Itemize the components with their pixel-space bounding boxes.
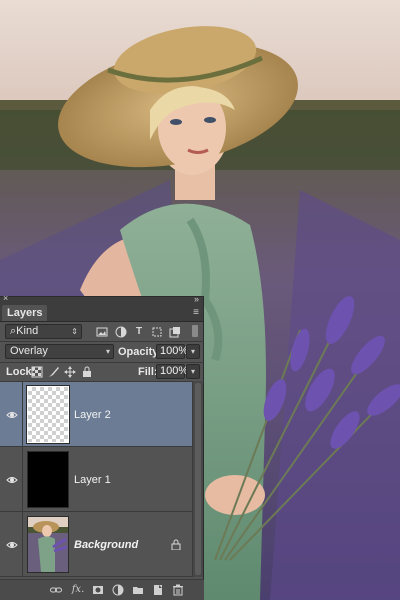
lock-transparent-icon[interactable] [31, 366, 43, 378]
blend-opacity-row: Overlay ▾ Opacity: 100% ▾ [0, 342, 204, 362]
panel-menu-icon[interactable]: ≡ [193, 307, 199, 318]
divider [22, 382, 23, 447]
lock-paint-icon[interactable] [48, 366, 60, 378]
fill-input[interactable]: 100% [156, 364, 188, 379]
fill-label: Fill: [138, 366, 158, 378]
chevron-updown-icon: ⇕ [71, 327, 78, 336]
filter-kind-value: Kind [16, 325, 39, 337]
layer-thumbnail[interactable] [27, 516, 69, 573]
adjustment-filter-icon[interactable] [115, 326, 127, 338]
filter-toggle-switch[interactable] [192, 325, 198, 337]
layers-panel: × » Layers ≡ ⌕Kind ⇕ T Overlay ▾ Opacity… [0, 293, 204, 600]
divider [22, 447, 23, 512]
layer-list-scrollbar[interactable] [192, 381, 203, 577]
panel-title-bar[interactable]: × » [0, 293, 203, 305]
filter-kind-select[interactable]: ⌕Kind ⇕ [5, 324, 82, 339]
tab-layers[interactable]: Layers [2, 305, 48, 321]
layer-name[interactable]: Background [74, 539, 138, 552]
fx-icon[interactable]: fx. [70, 584, 86, 596]
lock-all-icon[interactable] [81, 366, 93, 378]
scrollbar-thumb[interactable] [195, 383, 201, 575]
visibility-eye-icon[interactable] [6, 474, 18, 486]
type-filter-icon[interactable]: T [133, 326, 145, 338]
lock-position-icon[interactable] [64, 366, 76, 378]
panel-tab-row: Layers ≡ [0, 305, 203, 322]
image-filter-icon[interactable] [96, 326, 108, 338]
layer-lock-icon [171, 539, 181, 550]
blend-mode-select[interactable]: Overlay ▾ [5, 344, 114, 359]
layer-row-background[interactable]: Background [0, 512, 193, 577]
blend-mode-value: Overlay [10, 345, 48, 357]
close-panel-icon[interactable]: × [3, 293, 8, 303]
shape-filter-icon[interactable] [151, 326, 163, 338]
collapse-panel-icon[interactable]: » [194, 294, 199, 304]
new-adjustment-icon[interactable] [112, 584, 124, 596]
chevron-down-icon: ▾ [105, 347, 110, 356]
layer-thumbnail[interactable] [26, 385, 70, 444]
layer-list: Layer 2 Layer 1 Background [0, 382, 204, 578]
new-layer-icon[interactable] [152, 584, 164, 596]
add-mask-icon[interactable] [92, 584, 104, 596]
visibility-eye-icon[interactable] [6, 409, 18, 421]
divider [22, 512, 23, 577]
layer-filter-row: ⌕Kind ⇕ T [0, 323, 204, 341]
opacity-dropdown-button[interactable]: ▾ [186, 344, 200, 359]
opacity-input[interactable]: 100% [156, 344, 188, 359]
trash-icon[interactable] [172, 584, 184, 596]
smart-object-filter-icon[interactable] [169, 326, 181, 338]
layers-bottom-toolbar: fx. [0, 579, 204, 600]
layer-name[interactable]: Layer 1 [74, 474, 111, 487]
visibility-eye-icon[interactable] [6, 539, 18, 551]
background-thumbnail-image [28, 517, 68, 572]
fill-dropdown-button[interactable]: ▾ [186, 364, 200, 379]
lock-fill-row: Lock: Fill: 100% ▾ [0, 363, 204, 381]
layer-thumbnail[interactable] [27, 451, 69, 508]
link-layers-icon[interactable] [50, 584, 62, 596]
new-group-icon[interactable] [132, 584, 144, 596]
layer-row-layer-2[interactable]: Layer 2 [0, 382, 193, 447]
layer-row-layer-1[interactable]: Layer 1 [0, 447, 193, 512]
layer-name[interactable]: Layer 2 [74, 409, 111, 422]
